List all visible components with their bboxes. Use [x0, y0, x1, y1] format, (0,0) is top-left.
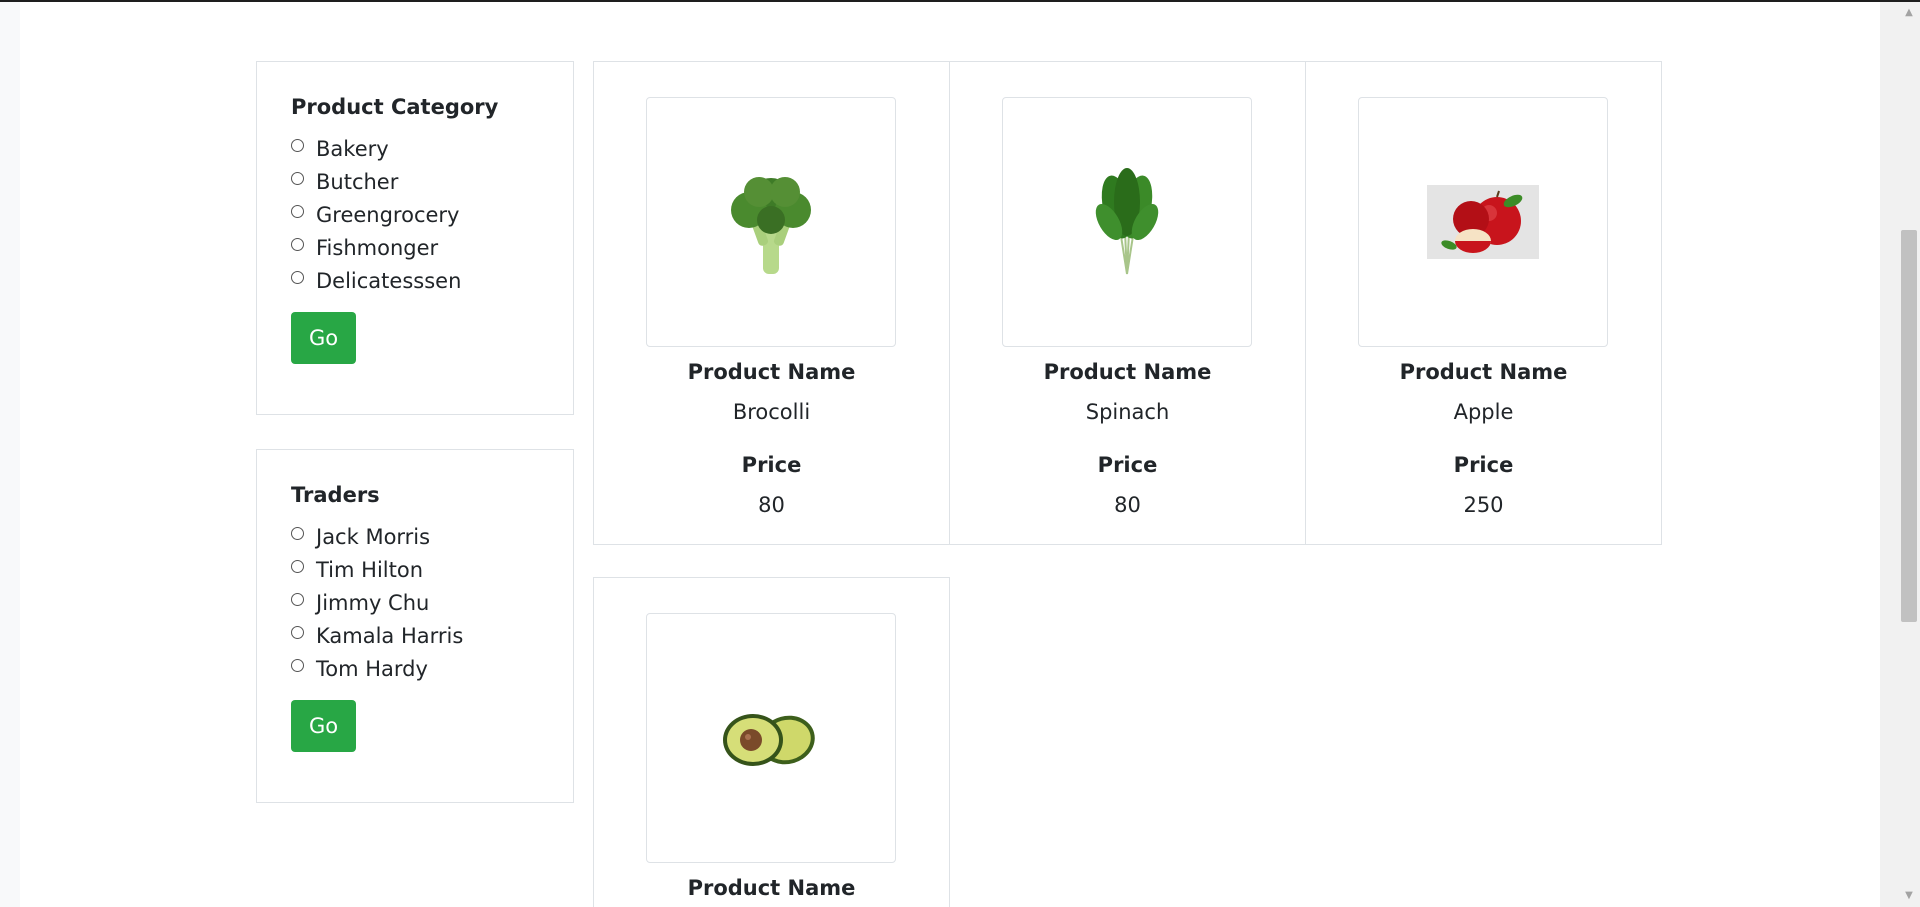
radio-button[interactable] — [291, 238, 304, 251]
option-label: Tom Hardy — [316, 656, 428, 681]
radio-button[interactable] — [291, 560, 304, 573]
price-label: Price — [741, 453, 802, 477]
option-label: Tim Hilton — [316, 557, 423, 582]
price-label: Price — [1097, 453, 1158, 477]
option-label: Butcher — [316, 169, 399, 194]
product-name-label: Product Name — [687, 360, 856, 384]
trader-option-jimmy-chu[interactable]: Jimmy Chu — [291, 586, 539, 619]
option-label: Delicatesssen — [316, 268, 462, 293]
radio-button[interactable] — [291, 139, 304, 152]
product-card[interactable]: Product Name — [593, 577, 950, 907]
traders-go-button[interactable]: Go — [291, 700, 356, 752]
radio-button[interactable] — [291, 527, 304, 540]
price-label: Price — [1453, 453, 1514, 477]
product-price: 250 — [1463, 493, 1504, 517]
avocado-icon — [723, 714, 815, 766]
product-card[interactable]: Product Name Brocolli Price 80 — [593, 61, 950, 545]
product-card[interactable]: Product Name Spinach Price 80 — [949, 61, 1306, 545]
trader-option-jack-morris[interactable]: Jack Morris — [291, 520, 539, 553]
radio-button[interactable] — [291, 659, 304, 672]
trader-option-tim-hilton[interactable]: Tim Hilton — [291, 553, 539, 586]
trader-option-kamala-harris[interactable]: Kamala Harris — [291, 619, 539, 652]
scrollbar-thumb[interactable] — [1901, 230, 1917, 622]
traders-filter-panel: Traders Jack Morris Tim Hilton Jimmy Chu… — [256, 449, 574, 803]
vertical-scrollbar[interactable]: ▲ ▼ — [1880, 2, 1920, 907]
product-image[interactable] — [1002, 97, 1252, 347]
scroll-down-arrow-icon[interactable]: ▼ — [1902, 889, 1916, 903]
product-name-label: Product Name — [687, 876, 856, 900]
trader-option-tom-hardy[interactable]: Tom Hardy — [291, 652, 539, 685]
product-image[interactable] — [646, 613, 896, 863]
category-option-bakery[interactable]: Bakery — [291, 132, 539, 165]
category-option-butcher[interactable]: Butcher — [291, 165, 539, 198]
option-label: Jack Morris — [316, 524, 431, 549]
broccoli-icon — [731, 177, 811, 274]
radio-button[interactable] — [291, 172, 304, 185]
product-price: 80 — [758, 493, 785, 517]
scroll-up-arrow-icon[interactable]: ▲ — [1902, 6, 1916, 20]
product-name-label: Product Name — [1043, 360, 1212, 384]
product-name: Apple — [1453, 400, 1514, 424]
page-content: Product Category Bakery Butcher Greengro… — [20, 2, 1880, 907]
radio-button[interactable] — [291, 626, 304, 639]
option-label: Fishmonger — [316, 235, 439, 260]
category-filter-panel: Product Category Bakery Butcher Greengro… — [256, 61, 574, 415]
product-name: Brocolli — [732, 400, 811, 424]
spinach-icon — [1095, 168, 1159, 275]
option-label: Jimmy Chu — [316, 590, 430, 615]
category-go-button[interactable]: Go — [291, 312, 356, 364]
radio-button[interactable] — [291, 593, 304, 606]
option-label: Kamala Harris — [316, 623, 464, 648]
traders-filter-title: Traders — [291, 483, 380, 507]
product-name-label: Product Name — [1399, 360, 1568, 384]
category-option-greengrocery[interactable]: Greengrocery — [291, 198, 539, 231]
category-option-fishmonger[interactable]: Fishmonger — [291, 231, 539, 264]
product-image[interactable] — [1358, 97, 1608, 347]
category-option-delicatessen[interactable]: Delicatesssen — [291, 264, 539, 297]
radio-button[interactable] — [291, 271, 304, 284]
option-label: Bakery — [316, 136, 389, 161]
radio-button[interactable] — [291, 205, 304, 218]
product-card[interactable]: Product Name Apple Price 250 — [1305, 61, 1662, 545]
product-image[interactable] — [646, 97, 896, 347]
category-filter-title: Product Category — [291, 95, 499, 119]
option-label: Greengrocery — [316, 202, 460, 227]
product-price: 80 — [1114, 493, 1141, 517]
apple-icon — [1427, 185, 1539, 259]
product-name: Spinach — [1085, 400, 1170, 424]
